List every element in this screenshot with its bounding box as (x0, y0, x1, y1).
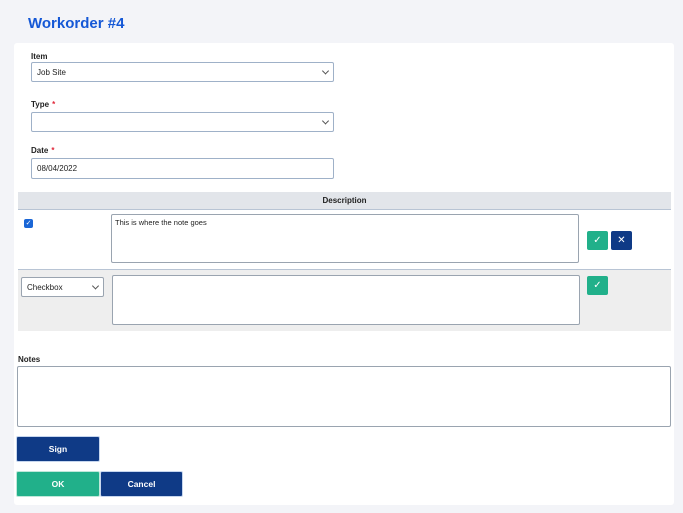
date-label-text: Date (31, 146, 49, 155)
delete-row-button[interactable]: ✕ (611, 231, 632, 250)
chevron-down-icon (91, 282, 100, 290)
confirm-row-button[interactable]: ✓ (587, 231, 608, 250)
row-checkbox[interactable]: ✓ (24, 219, 33, 228)
notes-label: Notes (18, 355, 41, 364)
required-mark: * (52, 100, 56, 109)
new-description-textarea[interactable] (112, 275, 580, 325)
close-icon: ✕ (617, 235, 626, 246)
description-note-textarea[interactable]: This is where the note goes (111, 214, 579, 263)
ok-button[interactable]: OK (17, 472, 99, 496)
date-input[interactable]: 08/04/2022 (31, 158, 334, 179)
date-input-value: 08/04/2022 (37, 164, 78, 173)
date-label: Date * (31, 146, 54, 155)
item-label: Item (31, 52, 48, 61)
new-description-row: Checkbox ✓ (18, 270, 671, 331)
cancel-button[interactable]: Cancel (101, 472, 182, 496)
description-column-header: Description (18, 192, 671, 210)
notes-textarea[interactable] (17, 366, 671, 427)
page-title: Workorder #4 (28, 15, 125, 32)
required-mark: * (51, 146, 55, 155)
row-kind-select-value: Checkbox (27, 282, 63, 292)
sign-button[interactable]: Sign (17, 437, 99, 461)
checkmark-icon: ✓ (593, 235, 602, 246)
confirm-new-row-button[interactable]: ✓ (587, 276, 608, 295)
type-select[interactable] (31, 112, 334, 132)
item-select-value: Job Site (37, 67, 66, 77)
description-row: ✓ This is where the note goes ✓ ✕ (18, 210, 671, 270)
chevron-down-icon (321, 67, 330, 75)
type-label: Type * (31, 100, 55, 109)
item-select[interactable]: Job Site (31, 62, 334, 82)
chevron-down-icon (321, 117, 330, 125)
row-kind-select[interactable]: Checkbox (21, 277, 104, 297)
type-label-text: Type (31, 100, 50, 109)
checkmark-icon: ✓ (593, 280, 602, 291)
